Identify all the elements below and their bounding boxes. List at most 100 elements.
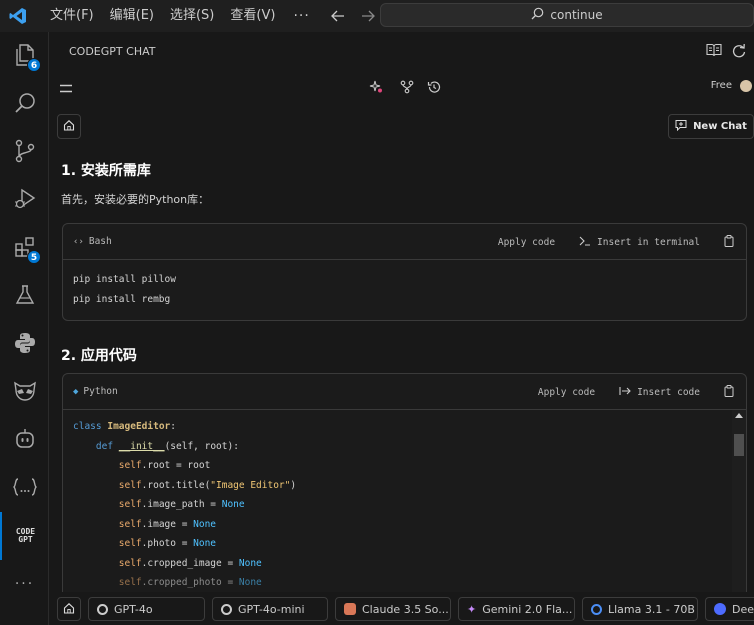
activity-bar: 6 5 CODE GPT ··· [0,32,49,625]
python-code-block: ◆ Python Apply code Insert code class Im… [62,373,747,625]
code-line: self.cropped_photo = None [118,577,262,588]
code-line: pip install rembg [73,293,171,305]
install-instruction: 首先，安装必要的Python库： [61,193,210,206]
branch-icon[interactable] [400,80,414,97]
bash-code-block: ‹› Bash Apply code Insert in terminal pi… [62,223,747,321]
code-line: self.photo = None [118,538,217,549]
title-bar: 文件(F) 编辑(E) 选择(S) 查看(V) ··· continue [0,0,754,32]
model-label: GPT-4o [114,602,153,616]
back-arrow-icon[interactable] [330,8,346,24]
copy-button[interactable] [724,234,734,250]
sparkle-icon[interactable] [369,80,383,97]
openai-icon [221,603,232,615]
explorer-button[interactable]: 6 [0,32,49,80]
menu-bar: 文件(F) 编辑(E) 选择(S) 查看(V) ··· [42,0,320,32]
code-content: pip install pillow pip install rembg [63,260,746,320]
codegpt-logo-icon: CODE GPT [15,527,36,544]
gemini-icon: ✦ [467,602,477,616]
json-button[interactable] [0,464,49,512]
model-selector-bar: GPT-4o GPT-4o-mini Claude 3.5 So... ✦ Ge… [49,592,754,625]
scroll-thumb[interactable] [734,434,744,456]
user-avatar[interactable] [740,80,752,92]
model-chip-llama[interactable]: Llama 3.1 - 70B [582,597,698,621]
chat-toolbar: Free [49,70,754,104]
copilot-raccoon-button[interactable] [0,368,49,416]
run-debug-button[interactable] [0,176,49,224]
code-language: Bash [88,236,112,247]
source-control-icon [13,139,37,166]
section-heading-install: 1. 安装所需库 [61,163,151,179]
search-view-button[interactable] [0,80,49,128]
model-chip-claude[interactable]: Claude 3.5 So... [335,597,451,621]
copy-button[interactable] [724,384,734,400]
flask-icon [13,283,37,310]
insert-in-terminal-button[interactable]: Insert in terminal [579,236,700,249]
menu-edit[interactable]: 编辑(E) [102,0,162,32]
section-heading-code: 2. 应用代码 [61,348,137,364]
history-icon[interactable] [427,80,441,97]
model-chip-deepseek[interactable]: Dee [705,597,754,621]
testing-button[interactable] [0,272,49,320]
braces-icon [12,477,38,500]
openai-icon [97,603,108,615]
apply-code-label: Apply code [497,236,556,248]
python-diamond-icon: ◆ [73,386,79,397]
copy-icon [724,234,734,250]
model-chip-gpt-4o[interactable]: GPT-4o [88,597,205,621]
code-block-header: ◆ Python Apply code Insert code [63,374,746,410]
model-label: Llama 3.1 - 70B [608,602,695,616]
refresh-icon[interactable] [732,43,746,61]
forward-arrow-icon[interactable] [360,8,376,24]
home-button[interactable] [57,114,81,139]
search-icon [13,91,37,118]
code-content: class ImageEditor: def __init__(self, ro… [63,410,746,604]
menu-file[interactable]: 文件(F) [42,0,102,32]
code-line: self.root.title("Image Editor") [118,479,297,491]
code-line: self.image_path = None [118,499,245,510]
raccoon-icon [12,380,38,405]
menu-view[interactable]: 查看(V) [222,0,283,32]
home-button[interactable] [57,597,81,621]
new-chat-icon [675,119,687,134]
apply-code-button[interactable]: Apply code [538,387,595,398]
extensions-button[interactable]: 5 [0,224,49,272]
model-label: Claude 3.5 So... [362,602,449,616]
command-center-search[interactable]: continue [380,3,754,27]
python-icon [13,331,37,358]
extensions-badge: 5 [27,250,41,264]
new-chat-button[interactable]: New Chat [668,114,754,139]
codegpt-button[interactable]: CODE GPT [0,512,49,560]
scroll-up-arrow-icon[interactable] [735,413,743,418]
menu-selection[interactable]: 选择(S) [162,0,222,32]
code-language: Python [83,386,118,397]
model-label: GPT-4o-mini [238,602,305,616]
hamburger-menu-icon[interactable] [59,82,73,96]
meta-icon [591,603,602,615]
ai-bot-button[interactable] [0,416,49,464]
code-line: self.image = None [118,518,217,530]
code-brackets-icon: ‹› [73,236,84,247]
new-chat-label: New Chat [693,121,747,132]
model-chip-gemini[interactable]: ✦ Gemini 2.0 Fla... [458,597,575,621]
python-button[interactable] [0,320,49,368]
source-control-button[interactable] [0,128,49,176]
code-line: class ImageEditor: [73,421,176,432]
robot-icon [13,427,37,454]
insert-code-label: Insert code [637,386,700,398]
home-icon [63,602,75,617]
model-label: Gemini 2.0 Fla... [482,602,573,616]
more-views-button[interactable]: ··· [0,560,49,608]
menu-more-button[interactable]: ··· [283,0,319,32]
run-debug-icon [13,187,37,214]
apply-code-button[interactable]: Apply code [498,237,555,248]
terminal-icon [579,236,591,249]
plan-label: Free [710,80,732,91]
code-block-header: ‹› Bash Apply code Insert in terminal [63,224,746,260]
search-text: continue [550,8,603,22]
model-chip-gpt-4o-mini[interactable]: GPT-4o-mini [212,597,328,621]
book-icon[interactable] [706,43,722,61]
insert-code-button[interactable]: Insert code [619,386,700,399]
home-icon [63,119,75,134]
claude-icon [344,603,356,615]
explorer-badge: 6 [27,58,41,72]
